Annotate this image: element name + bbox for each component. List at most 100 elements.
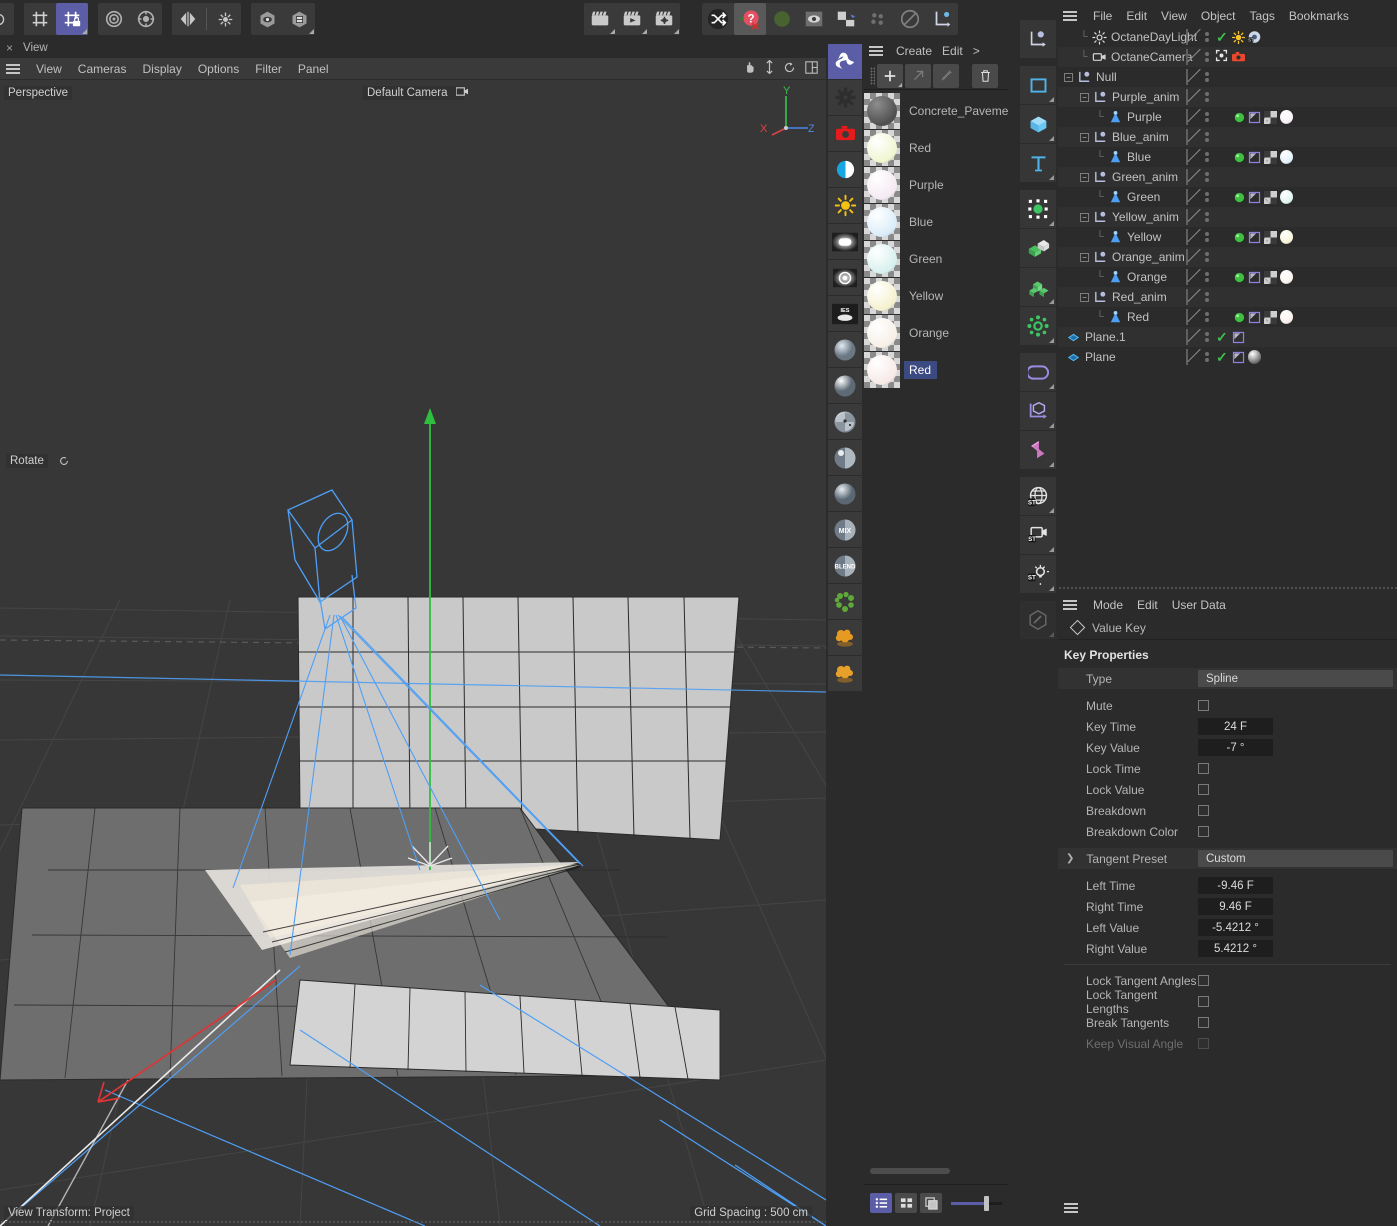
object-menu-file[interactable]: File [1086, 9, 1119, 23]
viewport-menu-options[interactable]: Options [190, 62, 247, 76]
visibility-dots[interactable] [1205, 52, 1209, 62]
object-menu-tags[interactable]: Tags [1243, 9, 1282, 23]
material-item[interactable]: Red [864, 129, 1008, 166]
tree-expander-icon[interactable]: − [1080, 92, 1089, 102]
attribute-checkbox[interactable] [1198, 996, 1209, 1007]
material-item[interactable]: Red [864, 351, 1008, 388]
viewport-menu-view[interactable]: View [28, 62, 70, 76]
viewport-menu-panel[interactable]: Panel [290, 62, 337, 76]
octane-specular-material-icon[interactable] [828, 404, 862, 440]
tree-expander-icon[interactable]: − [1080, 172, 1089, 182]
object-editable-toggle[interactable] [1186, 49, 1188, 65]
octane-vdb-volume-icon[interactable] [828, 620, 862, 656]
visibility-dots[interactable] [1205, 152, 1209, 162]
attribute-checkbox[interactable] [1198, 975, 1209, 986]
array-object-icon[interactable] [1020, 229, 1056, 267]
object-tree-row[interactable]: └ Green [1058, 187, 1397, 207]
octane-question-icon[interactable]: ? [734, 3, 766, 35]
material-tag-icon[interactable] [1280, 150, 1293, 164]
octane-camera-icon[interactable] [828, 116, 862, 152]
tree-expander-icon[interactable]: − [1080, 292, 1089, 302]
attribute-checkbox[interactable] [1198, 763, 1209, 774]
mograph-effector-icon[interactable] [1020, 307, 1056, 345]
texture-tag-icon[interactable] [1264, 230, 1277, 244]
octane-pin-icon[interactable] [830, 3, 862, 35]
octane-daylight-icon[interactable] [828, 188, 862, 224]
light-tag-icon[interactable] [1232, 271, 1245, 284]
object-name-label[interactable]: Null [1096, 70, 1117, 84]
visibility-dots[interactable] [1205, 232, 1209, 242]
material-menu-edit[interactable]: Edit [937, 44, 968, 58]
object-tree-row[interactable]: └ Red [1058, 307, 1397, 327]
tree-expander-icon[interactable]: − [1064, 72, 1073, 82]
object-tree-row[interactable]: └ Blue [1058, 147, 1397, 167]
object-name-label[interactable]: Blue [1127, 150, 1151, 164]
object-name-label[interactable]: Orange [1127, 270, 1167, 284]
visibility-dots[interactable] [1205, 292, 1209, 302]
symmetry-mirror-icon[interactable] [172, 3, 204, 35]
material-tag-icon[interactable] [1280, 270, 1293, 284]
material-list-scrollbar[interactable] [870, 1168, 950, 1174]
move-tool-icon[interactable] [0, 3, 14, 35]
stage-light-icon[interactable]: ST [1020, 555, 1056, 593]
object-editable-toggle[interactable] [1186, 229, 1188, 245]
octane-universal-material-icon[interactable] [828, 476, 862, 512]
object-tree-row[interactable]: − Blue_anim [1058, 127, 1397, 147]
paint-tool-icon[interactable] [1020, 601, 1056, 639]
snap-target-icon[interactable] [98, 3, 130, 35]
attribute-value-field[interactable]: 5.4212 ° [1198, 940, 1273, 957]
object-tree-row[interactable]: Plane ✓ [1058, 347, 1397, 367]
object-editable-toggle[interactable] [1186, 109, 1188, 125]
attribute-checkbox[interactable] [1198, 805, 1209, 816]
object-tree-row[interactable]: − Green_anim [1058, 167, 1397, 187]
phong-tag-icon[interactable] [1248, 111, 1261, 124]
phong-tag-icon[interactable] [1232, 351, 1245, 364]
texture-tag-icon[interactable] [1264, 190, 1277, 204]
material-name-label[interactable]: Orange [900, 326, 949, 340]
tangent-preset-dropdown[interactable]: Custom [1198, 850, 1393, 867]
visibility-dots[interactable] [1205, 192, 1209, 202]
attribute-value-field[interactable]: -9.46 F [1198, 877, 1273, 894]
apply-material-button[interactable] [905, 63, 931, 88]
octane-mix-material-icon[interactable]: MIX [828, 512, 862, 548]
light-tag-icon[interactable] [1232, 311, 1245, 324]
octane-tag-icon[interactable]: ST [1248, 31, 1261, 44]
visibility-dots[interactable] [1205, 172, 1209, 182]
material-tag-icon[interactable] [1280, 310, 1293, 324]
object-menu-view[interactable]: View [1154, 9, 1194, 23]
light-tag-icon[interactable] [1232, 191, 1245, 204]
octane-axis-icon[interactable] [926, 3, 958, 35]
material-thumbnail[interactable] [864, 166, 900, 203]
type-dropdown[interactable]: Spline [1198, 670, 1393, 687]
layout-icon[interactable] [805, 60, 818, 77]
dolly-icon[interactable] [765, 59, 774, 77]
octane-arealight-icon[interactable] [828, 224, 862, 260]
object-editable-toggle[interactable] [1186, 129, 1188, 145]
material-thumbnail[interactable] [864, 92, 900, 129]
object-tree-row[interactable]: − Red_anim [1058, 287, 1397, 307]
octane-ies-light-icon[interactable]: IES [828, 296, 862, 332]
material-size-slider[interactable] [951, 1193, 1002, 1213]
attribute-value-field[interactable]: -7 ° [1198, 739, 1273, 756]
viewport-menu-filter[interactable]: Filter [247, 62, 290, 76]
octane-live-viewer-icon[interactable] [828, 44, 862, 80]
object-name-label[interactable]: Plane [1085, 350, 1116, 364]
visibility-dots[interactable] [1205, 132, 1209, 142]
object-tree-row[interactable]: └ OctaneDayLight ✓ ST [1058, 27, 1397, 47]
render-view-icon[interactable] [584, 3, 616, 35]
material-menu-create[interactable]: Create [891, 44, 937, 58]
phong-tag-icon[interactable] [1248, 271, 1261, 284]
phong-tag-icon[interactable] [1248, 231, 1261, 244]
material-thumbnail[interactable] [864, 314, 900, 351]
phong-tag-icon[interactable] [1248, 311, 1261, 324]
attribute-checkbox[interactable] [1198, 826, 1209, 837]
object-name-label[interactable]: Purple_anim [1112, 90, 1179, 104]
symmetry-settings-icon[interactable] [209, 3, 241, 35]
visibility-dots[interactable] [1205, 332, 1209, 342]
pick-material-button[interactable] [933, 63, 959, 88]
octane-disable-icon[interactable] [894, 3, 926, 35]
octane-imager-icon[interactable] [828, 152, 862, 188]
object-editable-toggle[interactable] [1186, 329, 1188, 345]
material-item[interactable]: Yellow [864, 277, 1008, 314]
spline-primitive-icon[interactable] [1020, 66, 1056, 104]
